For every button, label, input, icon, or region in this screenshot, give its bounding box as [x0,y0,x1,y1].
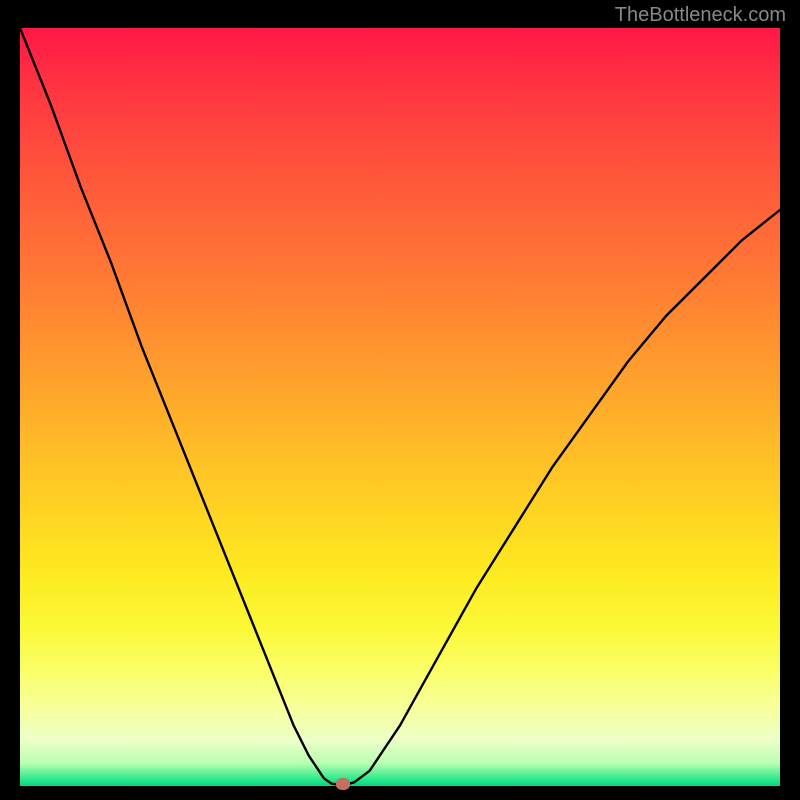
optimal-point-marker [336,778,350,790]
watermark-text: TheBottleneck.com [615,4,786,27]
bottleneck-curve [20,28,780,786]
plot-frame [20,28,780,786]
